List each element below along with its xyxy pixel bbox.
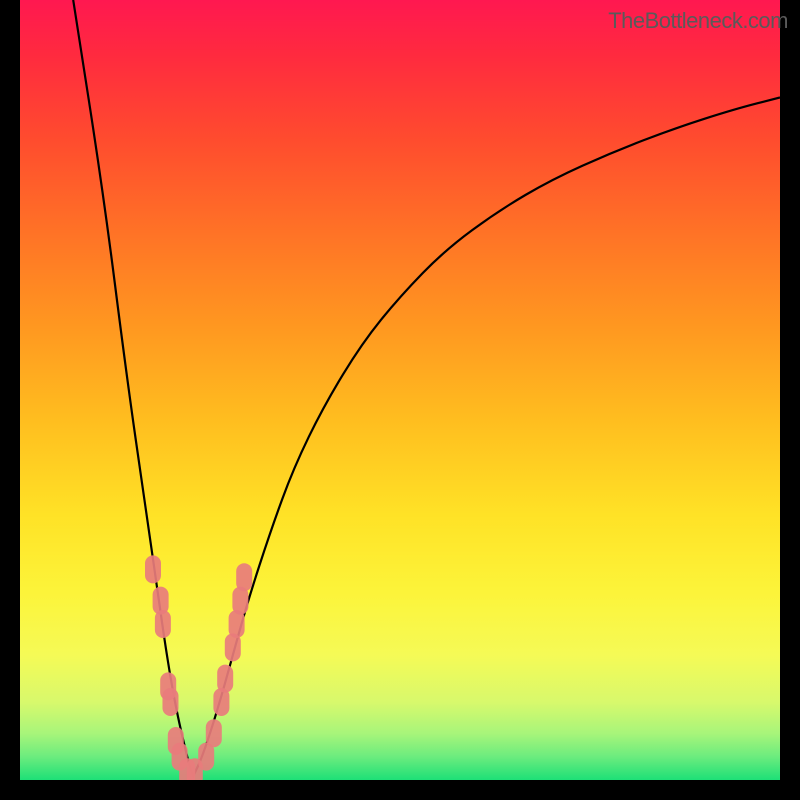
bottleneck-chart: [20, 0, 780, 780]
gradient-background: [20, 0, 780, 780]
watermark-text: TheBottleneck.com: [608, 8, 788, 34]
